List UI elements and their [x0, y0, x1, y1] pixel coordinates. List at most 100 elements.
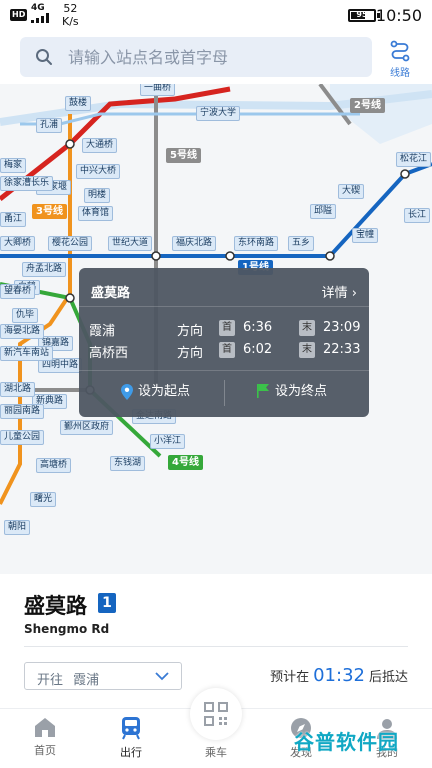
- route-icon: [390, 40, 410, 62]
- eta-prefix: 预计在: [270, 670, 310, 685]
- station-label[interactable]: 体育馆: [78, 206, 114, 221]
- direction-word: 方向: [177, 324, 204, 339]
- station-label[interactable]: 邱隘: [310, 204, 337, 219]
- station-label[interactable]: 新汽车南站: [0, 346, 54, 361]
- line-badge-3[interactable]: 3号线: [32, 204, 67, 219]
- first-train-tag: 首: [219, 320, 235, 336]
- direction-row: 霞浦 方向 首 6:36 末 23:09: [89, 320, 361, 340]
- station-label[interactable]: 海晏北路: [0, 324, 45, 339]
- station-popup: 盛莫路 详情 › 霞浦 方向 首 6:36 末 23:09 高桥西 方向 首 6…: [79, 268, 369, 417]
- eta-time: 01:32: [313, 665, 365, 686]
- station-label[interactable]: 东钱湖: [110, 456, 146, 471]
- station-label[interactable]: 高塘桥: [36, 458, 72, 473]
- station-label[interactable]: 樱花公园: [48, 236, 93, 251]
- tab-label: 乘车: [205, 746, 227, 759]
- first-train-time: 6:02: [243, 342, 273, 357]
- station-label[interactable]: 甬江: [0, 212, 27, 227]
- station-label[interactable]: 大卿桥: [0, 236, 36, 251]
- station-label[interactable]: 宝幢: [352, 228, 379, 243]
- direction-row: 高桥西 方向 首 6:02 末 22:33: [89, 342, 360, 362]
- tab-travel[interactable]: 出行: [96, 709, 166, 768]
- line-badge-4[interactable]: 4号线: [168, 455, 203, 470]
- detail-label: 详情: [321, 286, 348, 301]
- clock: 10:50: [375, 6, 422, 25]
- first-train-tag: 首: [219, 342, 235, 358]
- last-train-tag: 末: [299, 320, 315, 336]
- first-train-time: 6:36: [243, 320, 273, 335]
- station-label[interactable]: 五乡: [288, 236, 315, 251]
- last-train-time: 23:09: [323, 320, 361, 335]
- station-label[interactable]: 明楼: [84, 188, 111, 203]
- direction-terminal: 霞浦: [89, 324, 116, 339]
- station-label[interactable]: 中兴大桥: [76, 164, 121, 179]
- ride-qr-button[interactable]: [190, 688, 242, 740]
- direction-word: 方向: [177, 346, 204, 361]
- chevron-down-icon: [155, 672, 169, 681]
- location-pin-icon: [121, 384, 133, 400]
- station-label[interactable]: 孔浦: [36, 118, 63, 133]
- search-bar[interactable]: [20, 37, 372, 77]
- station-name-en: Shengmo Rd: [24, 622, 110, 636]
- station-label[interactable]: 松花江: [396, 152, 432, 167]
- search-input[interactable]: [68, 37, 358, 77]
- station-label[interactable]: 舟孟北路: [22, 262, 67, 277]
- divider: [79, 370, 369, 371]
- station-label[interactable]: 小洋江: [150, 434, 186, 449]
- battery-level: 95: [356, 10, 368, 19]
- hd-indicator: HD: [10, 9, 28, 21]
- routes-button[interactable]: 线路: [382, 38, 418, 80]
- direction-select-value: 开往 霞浦: [37, 669, 99, 688]
- metro-icon: [122, 717, 140, 740]
- set-end-label: 设为终点: [275, 384, 328, 399]
- popup-station-name: 盛莫路: [91, 286, 131, 301]
- station-label[interactable]: 儿童公园: [0, 430, 45, 445]
- station-label[interactable]: 鼓楼: [65, 96, 92, 111]
- status-bar: HD 4G 52 K/s 95 10:50: [0, 0, 432, 32]
- station-label[interactable]: 梅家: [0, 158, 27, 173]
- station-label[interactable]: 鄞州区政府: [60, 420, 114, 435]
- station-label[interactable]: 望春桥: [0, 284, 36, 299]
- station-label[interactable]: 大碶: [338, 184, 365, 199]
- divider: [24, 646, 408, 647]
- divider: [79, 306, 369, 307]
- direction-value: 霞浦: [73, 673, 100, 688]
- set-start-label: 设为起点: [138, 384, 191, 399]
- screen: HD 4G 52 K/s 95 10:50 线路: [0, 0, 432, 768]
- station-label[interactable]: 仇毕: [12, 308, 39, 323]
- line-badge-5[interactable]: 5号线: [166, 148, 201, 163]
- station-name: 盛莫路: [24, 594, 87, 618]
- station-label[interactable]: 湖北路: [0, 382, 36, 397]
- network-speed: 52 K/s: [62, 2, 79, 28]
- station-label[interactable]: 朝阳: [4, 520, 31, 535]
- station-label[interactable]: 世纪大道: [108, 236, 153, 251]
- tab-home[interactable]: 首页: [10, 709, 80, 768]
- station-label[interactable]: 长江: [404, 208, 431, 223]
- station-label[interactable]: 曙光: [30, 492, 57, 507]
- station-label[interactable]: 徐家漕长乐: [0, 176, 54, 191]
- search-icon: [36, 49, 52, 65]
- station-label[interactable]: 丽园南路: [0, 404, 45, 419]
- routes-label: 线路: [390, 68, 410, 79]
- direction-select[interactable]: 开往 霞浦: [24, 662, 182, 690]
- station-label[interactable]: 福庆北路: [172, 236, 217, 251]
- signal-icon: [31, 13, 49, 23]
- flag-icon: [257, 384, 269, 398]
- arrival-estimate: 预计在 01:32 后抵达: [270, 665, 408, 686]
- metro-map[interactable]: 2号线 5号线 3号线 1号线 4号线 一曲桥 鼓楼 宁波大学 孔浦 大通桥 中…: [0, 84, 432, 574]
- station-label[interactable]: 大通桥: [82, 138, 118, 153]
- line-number-badge: 1: [98, 593, 116, 613]
- station-label[interactable]: 东环南路: [234, 236, 279, 251]
- divider: [224, 380, 225, 406]
- set-end-button[interactable]: 设为终点: [257, 381, 327, 403]
- watermark: 谷普软件园: [294, 730, 399, 754]
- line-badge-2[interactable]: 2号线: [350, 98, 385, 113]
- tab-label: 出行: [120, 746, 142, 759]
- station-label[interactable]: 一曲桥: [140, 84, 176, 96]
- direction-prefix: 开往: [37, 673, 64, 688]
- set-start-button[interactable]: 设为起点: [121, 381, 190, 403]
- speed-value: 52: [63, 2, 78, 15]
- popup-detail-link[interactable]: 详情 ›: [322, 282, 357, 301]
- battery-icon: 95: [348, 9, 376, 22]
- station-label[interactable]: 宁波大学: [196, 106, 241, 121]
- direction-terminal: 高桥西: [89, 346, 129, 361]
